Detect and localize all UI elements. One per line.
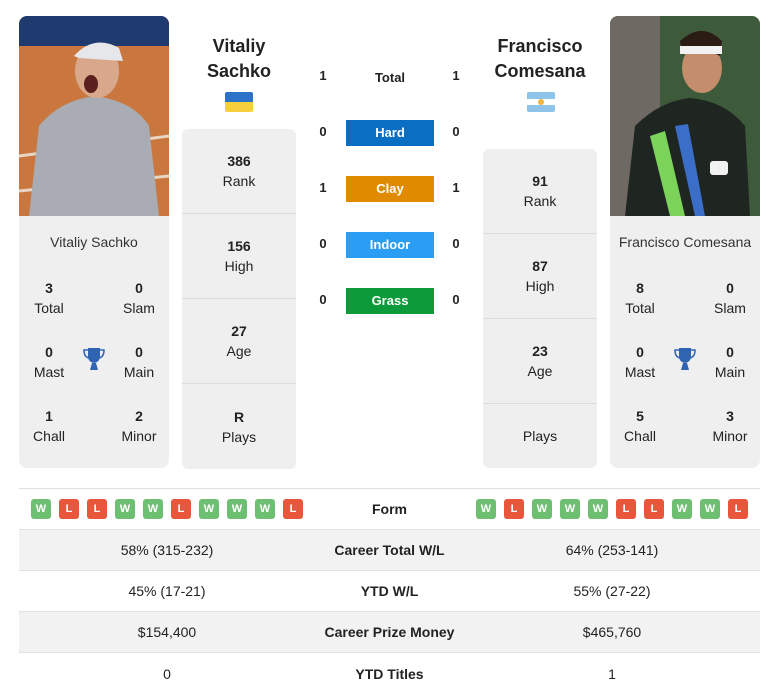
player2-high: 87 High: [483, 234, 597, 319]
form-win-badge: W: [588, 499, 608, 519]
form-win-badge: W: [227, 499, 247, 519]
player1-main-titles: 0 Main: [123, 344, 155, 380]
player2-chall-titles: 5 Chall: [624, 408, 656, 444]
player1-minor-titles: 2 Minor: [121, 408, 157, 444]
player2-age: 23 Age: [483, 319, 597, 404]
player2-career-wl: 64% (253-141): [565, 542, 659, 558]
surface-indoor-label[interactable]: Indoor: [346, 232, 434, 258]
form-win-badge: W: [700, 499, 720, 519]
player1-card-name: Vitaliy Sachko: [50, 234, 138, 250]
career-wl-row: 58% (315-232) Career Total W/L 64% (253-…: [19, 530, 760, 571]
player1-age: 27 Age: [182, 299, 296, 384]
player2-titles-card: Francisco Comesana 8 Total 0 Slam 0 Mast 0M…: [610, 216, 760, 468]
player2-plays: Plays: [522, 428, 558, 444]
form-loss-badge: L: [644, 499, 664, 519]
form-loss-badge: L: [171, 499, 191, 519]
argentina-flag-icon: [527, 92, 555, 112]
player2-total-titles: 8 Total: [625, 280, 655, 316]
player1-form: WLLWWLWWWL: [19, 499, 315, 519]
player2-mast-titles: 0 Mast: [624, 344, 656, 380]
form-win-badge: W: [476, 499, 496, 519]
trophy-icon: [674, 347, 696, 371]
ytd-titles-label: YTD Titles: [355, 665, 424, 682]
player2-name[interactable]: Francisco Comesana: [475, 34, 605, 84]
h2h-clay-p1: 1: [319, 180, 327, 195]
h2h-total-label: Total: [374, 70, 406, 85]
player1-name[interactable]: Vitaliy Sachko: [174, 34, 304, 84]
form-win-badge: W: [115, 499, 135, 519]
player2-slam-titles: 0 Slam: [714, 280, 746, 316]
form-loss-badge: L: [616, 499, 636, 519]
form-win-badge: W: [532, 499, 552, 519]
form-win-badge: W: [255, 499, 275, 519]
player2-card-name: Francisco Comesana: [618, 234, 752, 250]
player1-career-wl: 58% (315-232): [120, 542, 214, 558]
comparison-table: WLLWWLWWWL Form WLWWWLLWWL 58% (315-232)…: [19, 488, 760, 694]
h2h-indoor-p2: 0: [452, 236, 460, 251]
form-loss-badge: L: [59, 499, 79, 519]
player1-prize-money: $154,400: [137, 624, 197, 640]
form-win-badge: W: [199, 499, 219, 519]
h2h-hard-p2: 0: [452, 124, 460, 139]
form-win-badge: W: [31, 499, 51, 519]
ytd-titles-row: 0 YTD Titles 1: [19, 653, 760, 694]
form-loss-badge: L: [728, 499, 748, 519]
player1-photo: [19, 16, 169, 216]
player1-plays: R Plays: [221, 408, 257, 445]
player2-main-titles: 0 Main: [714, 344, 746, 380]
h2h-total-p1: 1: [319, 68, 327, 83]
h2h-grass-p2: 0: [452, 292, 460, 307]
player2-rank: 91 Rank: [483, 149, 597, 234]
player1-slam-titles: 0 Slam: [123, 280, 155, 316]
player2-ytd-wl: 55% (27-22): [573, 583, 651, 599]
player2-form: WLWWWLLWWL: [464, 499, 760, 519]
ytd-wl-row: 45% (17-21) YTD W/L 55% (27-22): [19, 571, 760, 612]
player2-photo: [610, 16, 760, 216]
h2h-hard-p1: 0: [319, 124, 327, 139]
player1-ytd-wl: 45% (17-21): [128, 583, 206, 599]
player1-titles-card: Vitaliy Sachko 3 Total 0 Slam 0 Mast 0 Main …: [19, 216, 169, 468]
ukraine-flag-icon: [225, 92, 253, 112]
surface-grass-label[interactable]: Grass: [346, 288, 434, 314]
surface-clay-label[interactable]: Clay: [346, 176, 434, 202]
trophy-icon: [83, 347, 105, 371]
form-win-badge: W: [143, 499, 163, 519]
player2-prize-money: $465,760: [582, 624, 642, 640]
form-loss-badge: L: [283, 499, 303, 519]
player1-info-box: 386 Rank 156 High 27 Age R Plays: [182, 129, 296, 469]
prize-money-row: $154,400 Career Prize Money $465,760: [19, 612, 760, 653]
surface-hard-label[interactable]: Hard: [346, 120, 434, 146]
career-wl-label: Career Total W/L: [334, 542, 445, 558]
ytd-wl-label: YTD W/L: [360, 583, 419, 599]
h2h-indoor-p1: 0: [319, 236, 327, 251]
form-win-badge: W: [560, 499, 580, 519]
form-label: Form: [372, 501, 407, 517]
player2-minor-titles: 3 Minor: [712, 408, 748, 444]
prize-money-label: Career Prize Money: [324, 624, 455, 640]
form-loss-badge: L: [504, 499, 524, 519]
form-row: WLLWWLWWWL Form WLWWWLLWWL: [19, 489, 760, 530]
player1-high: 156 High: [182, 214, 296, 299]
player1-ytd-titles: 0: [163, 665, 171, 682]
player2-info-box: 91 Rank 87 High 23 Age Plays: [483, 149, 597, 468]
player2-ytd-titles: 1: [608, 665, 616, 682]
player1-rank: 386 Rank: [182, 129, 296, 214]
player1-chall-titles: 1 Chall: [33, 408, 65, 444]
form-loss-badge: L: [87, 499, 107, 519]
form-win-badge: W: [672, 499, 692, 519]
h2h-clay-p2: 1: [452, 180, 460, 195]
h2h-grass-p1: 0: [319, 292, 327, 307]
h2h-total-p2: 1: [452, 68, 460, 83]
player1-mast-titles: 0 Mast: [33, 344, 65, 380]
player1-total-titles: 3 Total: [34, 280, 64, 316]
